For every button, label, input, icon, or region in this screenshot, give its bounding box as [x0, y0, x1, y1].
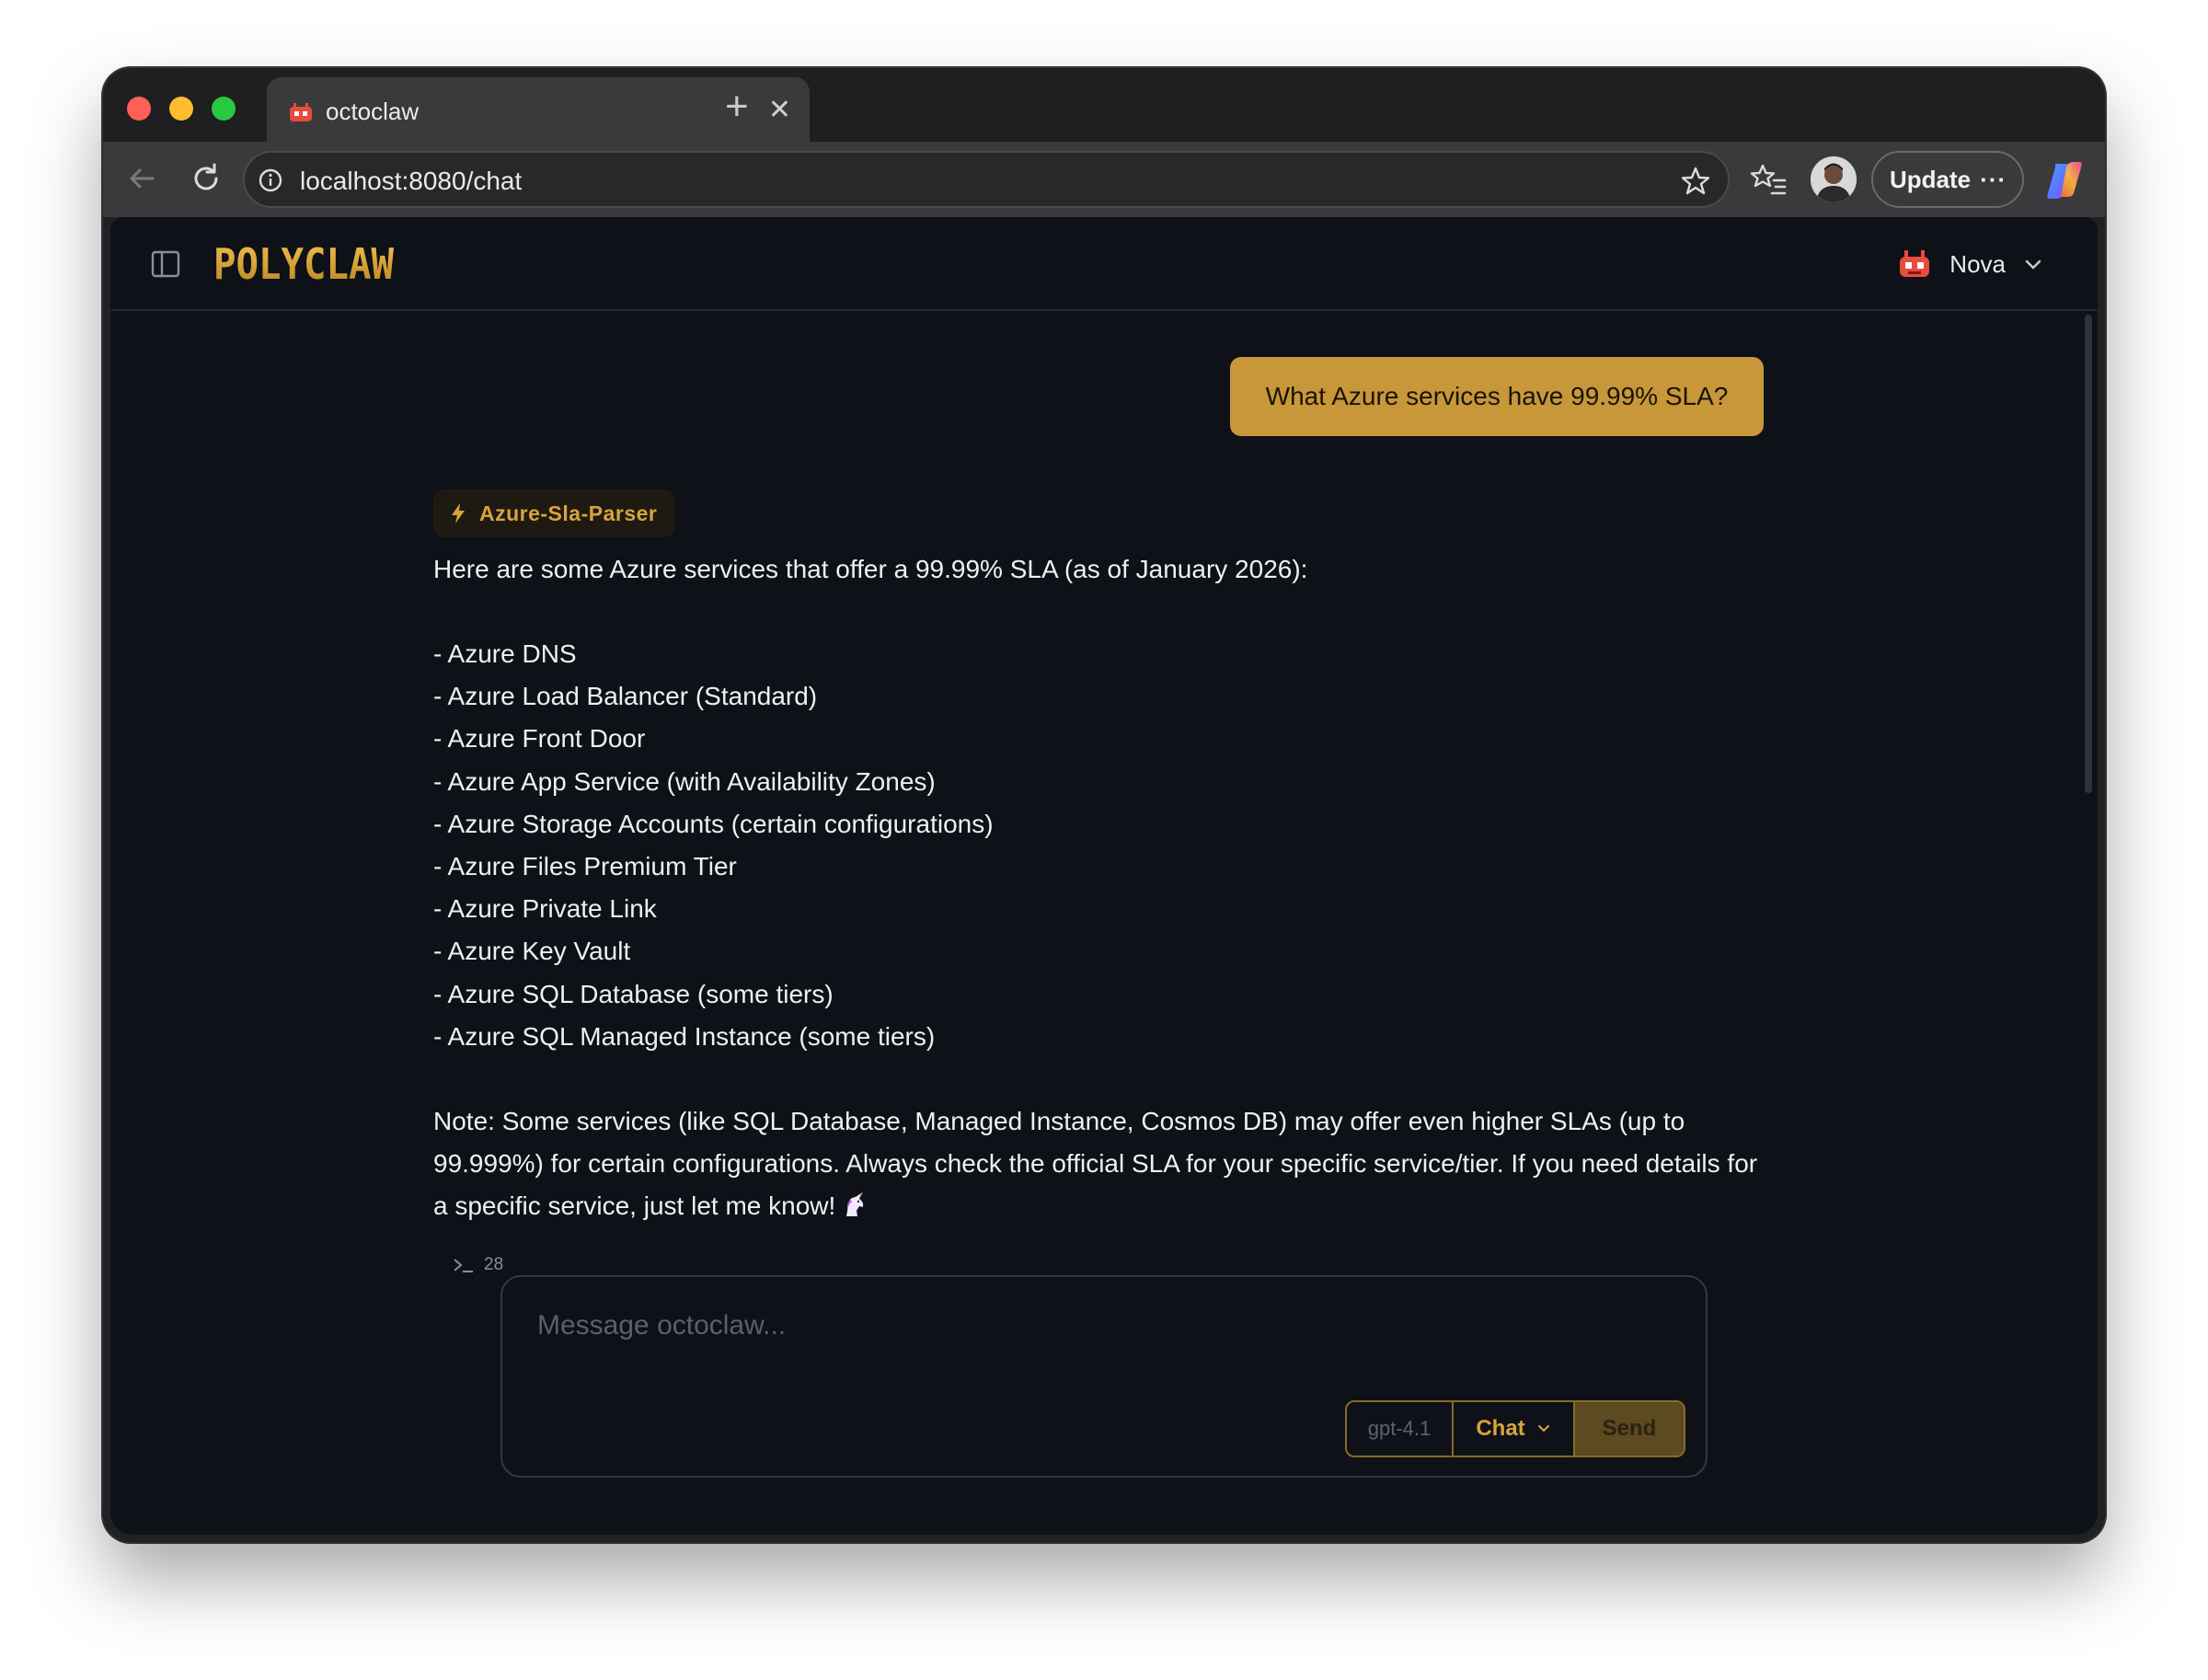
address-bar[interactable]: localhost:8080/chat — [243, 151, 1730, 208]
browser-toolbar: localhost:8080/chat Update ··· — [103, 142, 2105, 217]
list-item: - Azure Load Balancer (Standard) — [433, 682, 818, 711]
app-header: POLYCLAW Nova — [110, 217, 2098, 311]
composer-controls: gpt-4.1 Chat Send — [1345, 1400, 1685, 1457]
plus-icon[interactable]: + — [725, 83, 749, 131]
close-window-button[interactable] — [127, 97, 151, 121]
scrollbar[interactable] — [2085, 315, 2092, 793]
favorites-icon[interactable] — [1750, 162, 1787, 199]
message-composer: gpt-4.1 Chat Send — [500, 1275, 1708, 1478]
list-item: - Azure Storage Accounts (certain config… — [433, 809, 994, 838]
more-icon: ··· — [1980, 165, 2007, 193]
send-button[interactable]: Send — [1575, 1402, 1684, 1456]
list-item: - Azure SQL Database (some tiers) — [433, 979, 834, 1008]
chevron-down-icon — [1537, 1425, 1549, 1432]
url-text: localhost:8080/chat — [300, 167, 523, 195]
message-input[interactable] — [537, 1310, 1641, 1341]
browser-window: octoclaw ✕ + localhost:8080/chat Update … — [103, 68, 2105, 1542]
assistant-message: Here are some Azure services that offer … — [433, 548, 1767, 1227]
tab-title: octoclaw — [326, 98, 420, 125]
lightning-icon — [452, 503, 465, 524]
list-item: - Azure Private Link — [433, 894, 657, 924]
user-message: What Azure services have 99.99% SLA? — [1230, 357, 1764, 436]
back-icon[interactable] — [123, 160, 160, 197]
minimize-window-button[interactable] — [169, 97, 193, 121]
mode-selector[interactable]: Chat — [1454, 1402, 1575, 1456]
agent-name: Nova — [1949, 249, 2006, 278]
list-item: - Azure Front Door — [433, 724, 646, 754]
list-item: - Azure DNS — [433, 639, 577, 668]
star-icon[interactable] — [1680, 166, 1711, 197]
answer-intro: Here are some Azure services that offer … — [433, 555, 1308, 583]
list-item: - Azure SQL Managed Instance (some tiers… — [433, 1021, 936, 1051]
unicorn-icon — [846, 1192, 864, 1217]
answer-note-text: Note: Some services (like SQL Database, … — [433, 1107, 1758, 1221]
close-icon[interactable]: ✕ — [768, 94, 791, 127]
polyclaw-app: POLYCLAW Nova What Azure services have 9… — [110, 217, 2098, 1535]
skill-label: Azure-Sla-Parser — [479, 501, 658, 525]
skill-badge[interactable]: Azure-Sla-Parser — [433, 489, 676, 537]
maximize-window-button[interactable] — [212, 97, 236, 121]
list-item: - Azure Files Premium Tier — [433, 852, 737, 881]
list-item: - Azure Key Vault — [433, 937, 631, 966]
tool-call-counter[interactable]: 28 — [453, 1255, 503, 1275]
model-selector[interactable]: gpt-4.1 — [1347, 1402, 1454, 1456]
copilot-icon[interactable] — [2042, 158, 2087, 202]
logo: POLYCLAW — [213, 239, 394, 287]
list-item: - Azure App Service (with Availability Z… — [433, 766, 936, 796]
avatar[interactable] — [1811, 156, 1857, 202]
update-button[interactable]: Update ··· — [1871, 151, 2024, 208]
update-label: Update — [1890, 165, 1972, 193]
info-icon[interactable] — [258, 167, 283, 193]
tool-call-count: 28 — [484, 1255, 504, 1274]
tab-strip: octoclaw ✕ + — [103, 68, 2105, 145]
robot-icon — [290, 103, 312, 121]
reload-icon[interactable] — [188, 160, 224, 197]
answer-note: Note: Some services (like SQL Database, … — [433, 1100, 1767, 1227]
robot-icon — [1900, 250, 1930, 277]
service-list: - Azure DNS - Azure Load Balancer (Stand… — [433, 633, 1767, 1058]
mode-label: Chat — [1476, 1416, 1525, 1441]
sidebar-toggle-icon[interactable] — [151, 250, 180, 278]
terminal-icon — [454, 1259, 473, 1272]
svg-text:POLYCLAW: POLYCLAW — [213, 239, 394, 287]
agent-selector[interactable]: Nova — [1896, 245, 2042, 283]
chevron-down-icon — [2025, 259, 2041, 270]
